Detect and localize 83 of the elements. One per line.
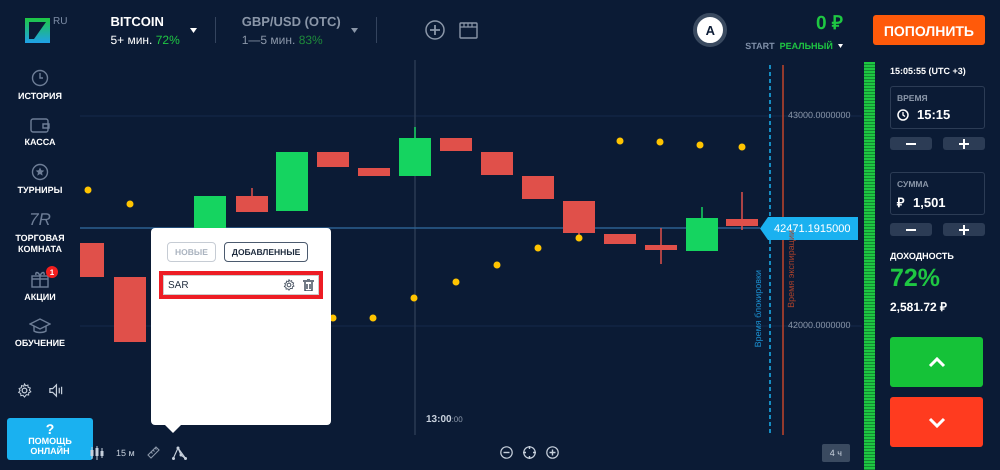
sidebar-item[interactable]: ОБУЧЕНИЕ (14, 318, 66, 349)
sar-dot (738, 144, 746, 150)
plus-icon (958, 224, 970, 236)
price-label: 43000.0000000 (788, 110, 851, 120)
clock-icon (897, 108, 909, 120)
region-label: RU (53, 16, 68, 26)
sidebar-item[interactable]: ТУРНИРЫ (18, 163, 62, 196)
payout-percent: 72% (890, 264, 942, 293)
profit-amount: 2,581.72 ₽ (890, 299, 948, 315)
candle (317, 152, 349, 167)
candle (358, 168, 390, 176)
gift-icon (30, 270, 50, 288)
candlestick-icon[interactable] (90, 446, 104, 460)
ruler-icon[interactable] (146, 446, 160, 459)
avatar[interactable]: A (693, 13, 728, 47)
lock-time-label: Время блокировки (753, 270, 763, 348)
graduation-cap-icon (29, 318, 51, 334)
logo-icon (25, 18, 50, 42)
sar-dot (616, 138, 624, 144)
candle (726, 192, 758, 230)
server-time: 15:05:55 (UTC +3) (890, 66, 967, 76)
candle (80, 243, 104, 277)
plus-icon (958, 138, 970, 150)
room-logo: 7R (29, 211, 51, 229)
layout-icon[interactable] (458, 22, 478, 38)
caret-icon (190, 28, 197, 32)
input-field[interactable]: СУММА ₽ 1,501 (890, 172, 985, 215)
zoom-in-icon[interactable] (546, 446, 559, 459)
sar-dot (656, 138, 664, 146)
range-button[interactable]: 4 ч (822, 444, 850, 462)
sar-dot (126, 200, 134, 208)
candle (481, 152, 513, 175)
candle (440, 138, 472, 151)
candle (236, 188, 268, 212)
caret-icon (838, 44, 843, 48)
indicators-icon[interactable] (172, 446, 187, 460)
sidebar-item[interactable]: ИСТОРИЯ (18, 69, 62, 102)
sar-dot (576, 234, 582, 242)
sidebar-item[interactable]: 7R ТОРГОВАЯ КОМНАТА (0, 211, 80, 255)
sar-dot (452, 278, 460, 286)
candle (522, 176, 554, 199)
sar-dot (84, 186, 92, 194)
wallet-icon (30, 117, 50, 133)
clock-icon (31, 69, 49, 87)
sound-icon[interactable] (48, 383, 63, 398)
decrease-button[interactable] (890, 137, 932, 150)
candle (114, 277, 146, 342)
balance-amount: 0 ₽ (816, 12, 843, 35)
account-selector[interactable]: START РЕАЛЬНЫЙ (745, 41, 843, 51)
tab[interactable]: ДОБАВЛЕННЫЕ (224, 242, 308, 262)
sar-dot (370, 314, 376, 322)
zoom-out-icon[interactable] (500, 446, 513, 459)
timeframe-selector[interactable]: 15 м (116, 448, 135, 458)
chevron-up-icon (928, 356, 946, 368)
candle (645, 228, 677, 264)
trash-icon[interactable] (303, 279, 314, 291)
fit-icon[interactable] (522, 446, 536, 459)
add-icon[interactable] (424, 20, 445, 40)
asset-selector[interactable]: GBP/USD (OTC) 1—5 мин. 83% (242, 14, 364, 46)
increase-button[interactable] (943, 137, 985, 150)
candle (686, 207, 718, 251)
settings-icon[interactable] (283, 279, 295, 291)
expiry-time-label: Время экспирации (786, 230, 796, 308)
chevron-down-icon (928, 416, 946, 428)
sidebar-item[interactable]: КАССА (24, 117, 56, 148)
sar-dot (534, 244, 542, 252)
candle (604, 234, 636, 244)
decrease-button[interactable] (890, 223, 932, 236)
indicator-row[interactable]: SAR (163, 275, 319, 295)
sar-dot (494, 262, 500, 268)
asset-selector[interactable]: BITCOIN 5+ мин. 72% (110, 14, 203, 46)
caret-icon (350, 28, 358, 32)
input-field[interactable]: ВРЕМЯ 15:15 (890, 86, 985, 129)
sar-dot (696, 142, 704, 148)
increase-button[interactable] (943, 223, 985, 236)
price-label: 42000.0000000 (788, 320, 851, 330)
time-label: 13:00:00 (426, 414, 463, 425)
notification-badge: 1 (46, 266, 58, 278)
candle (194, 196, 226, 228)
payout-label: ДОХОДНОСТЬ (890, 251, 955, 261)
candle (276, 152, 308, 211)
sar-dot (410, 294, 418, 302)
candle (399, 127, 431, 176)
